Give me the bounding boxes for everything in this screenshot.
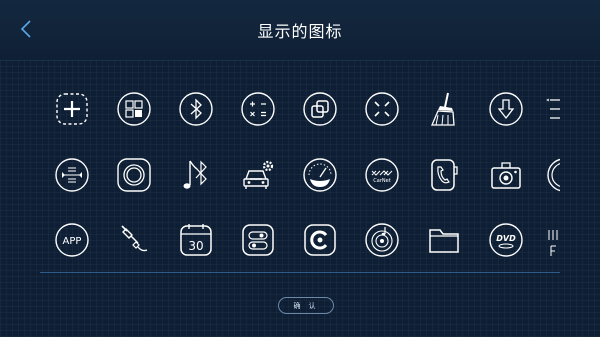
menu-icon[interactable]: [546, 91, 560, 127]
partial-circle-icon[interactable]: [546, 157, 560, 193]
carnet-icon[interactable]: CarNet: [364, 157, 400, 193]
carnet-label: CarNet: [373, 178, 390, 184]
app-icon[interactable]: APP: [54, 222, 90, 258]
download-icon[interactable]: [488, 91, 524, 127]
bluetooth-icon[interactable]: [178, 91, 214, 127]
music-disc-icon[interactable]: [364, 222, 400, 258]
equalizer-icon[interactable]: [54, 157, 90, 193]
camera-icon[interactable]: [488, 157, 524, 193]
close-cross-icon[interactable]: [364, 91, 400, 127]
partial-text-icon[interactable]: [546, 222, 560, 258]
aux-cable-icon[interactable]: [116, 222, 152, 258]
copy-icon[interactable]: [302, 91, 338, 127]
toggle-switch-icon[interactable]: [240, 222, 276, 258]
broom-icon[interactable]: [426, 91, 462, 127]
grid-icon[interactable]: [116, 91, 152, 127]
calendar-icon[interactable]: 30: [178, 222, 214, 258]
speedometer-icon[interactable]: [302, 157, 338, 193]
phone-icon[interactable]: [426, 157, 462, 193]
car-settings-icon[interactable]: [240, 157, 276, 193]
ring-icon[interactable]: [116, 157, 152, 193]
bluetooth-music-icon[interactable]: [178, 157, 214, 193]
carlife-icon[interactable]: [302, 222, 338, 258]
folder-icon[interactable]: [426, 222, 462, 258]
icon-grid: CarNet APP 30 DVD: [0, 0, 600, 337]
dvd-icon[interactable]: DVD: [488, 222, 524, 258]
add-icon[interactable]: [54, 91, 90, 127]
divider-line: [40, 272, 560, 273]
dvd-label: DVD: [496, 234, 516, 243]
calculator-icon[interactable]: [240, 91, 276, 127]
calendar-day-label: 30: [188, 239, 203, 253]
confirm-button[interactable]: 确 认: [278, 297, 334, 314]
app-label: APP: [63, 236, 82, 247]
